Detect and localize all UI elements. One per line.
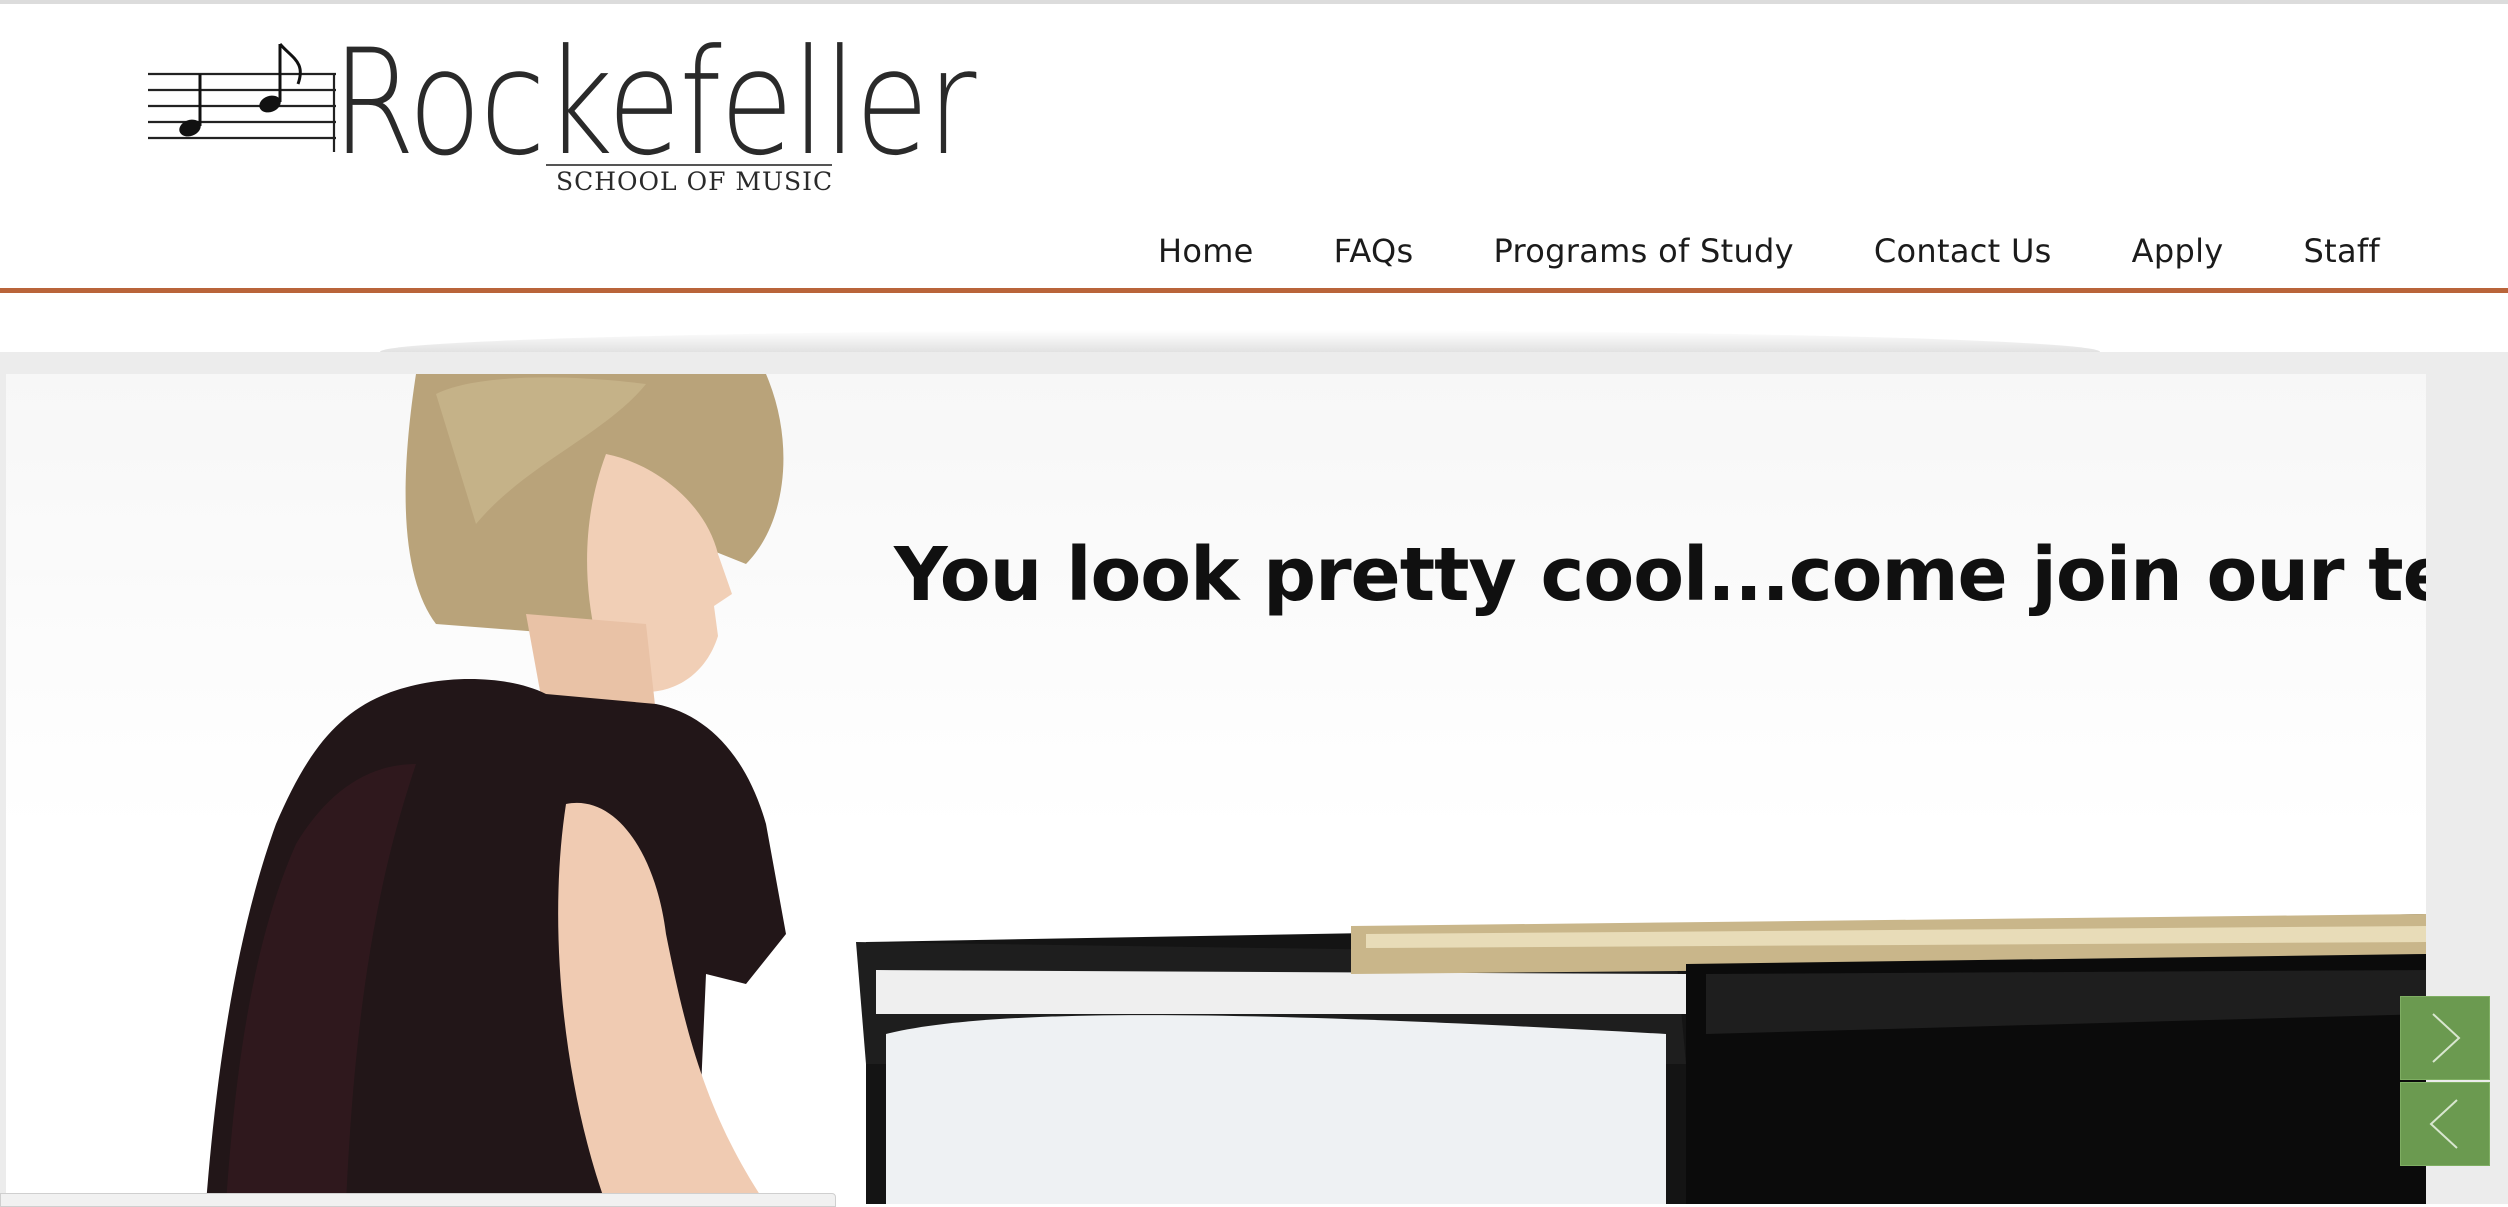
logo-tagline: SCHOOL OF MUSIC <box>556 167 834 196</box>
nav-home[interactable]: Home <box>1158 226 1254 276</box>
main-nav: Home FAQs Programs of Study Contact Us A… <box>1078 226 2380 276</box>
chevron-left-icon <box>2429 1099 2458 1149</box>
nav-faqs[interactable]: FAQs <box>1334 226 1414 276</box>
music-staff-icon <box>148 43 336 152</box>
logo-wordmark: Rockefeller <box>332 18 976 188</box>
slider-prev-button[interactable] <box>2400 1082 2490 1166</box>
chevron-right-icon <box>2432 1013 2461 1063</box>
hero-slide: You look pretty cool...come join our tea… <box>6 374 2426 1204</box>
browser-status-bar <box>0 1193 836 1207</box>
site-header: Rockefeller SCHOOL OF MUSIC Home FAQs Pr… <box>0 4 2508 290</box>
nav-apply[interactable]: Apply <box>2132 226 2224 276</box>
slider-next-button[interactable] <box>2400 996 2490 1080</box>
nav-staff[interactable]: Staff <box>2304 226 2381 276</box>
pianist-photo <box>206 374 2426 1204</box>
site-logo[interactable]: Rockefeller SCHOOL OF MUSIC <box>146 24 976 204</box>
nav-contact-us[interactable]: Contact Us <box>1874 226 2052 276</box>
hero-caption: You look pretty cool...come join our tea… <box>894 532 2426 618</box>
nav-programs-of-study[interactable]: Programs of Study <box>1494 226 1794 276</box>
logo-divider <box>546 164 832 166</box>
